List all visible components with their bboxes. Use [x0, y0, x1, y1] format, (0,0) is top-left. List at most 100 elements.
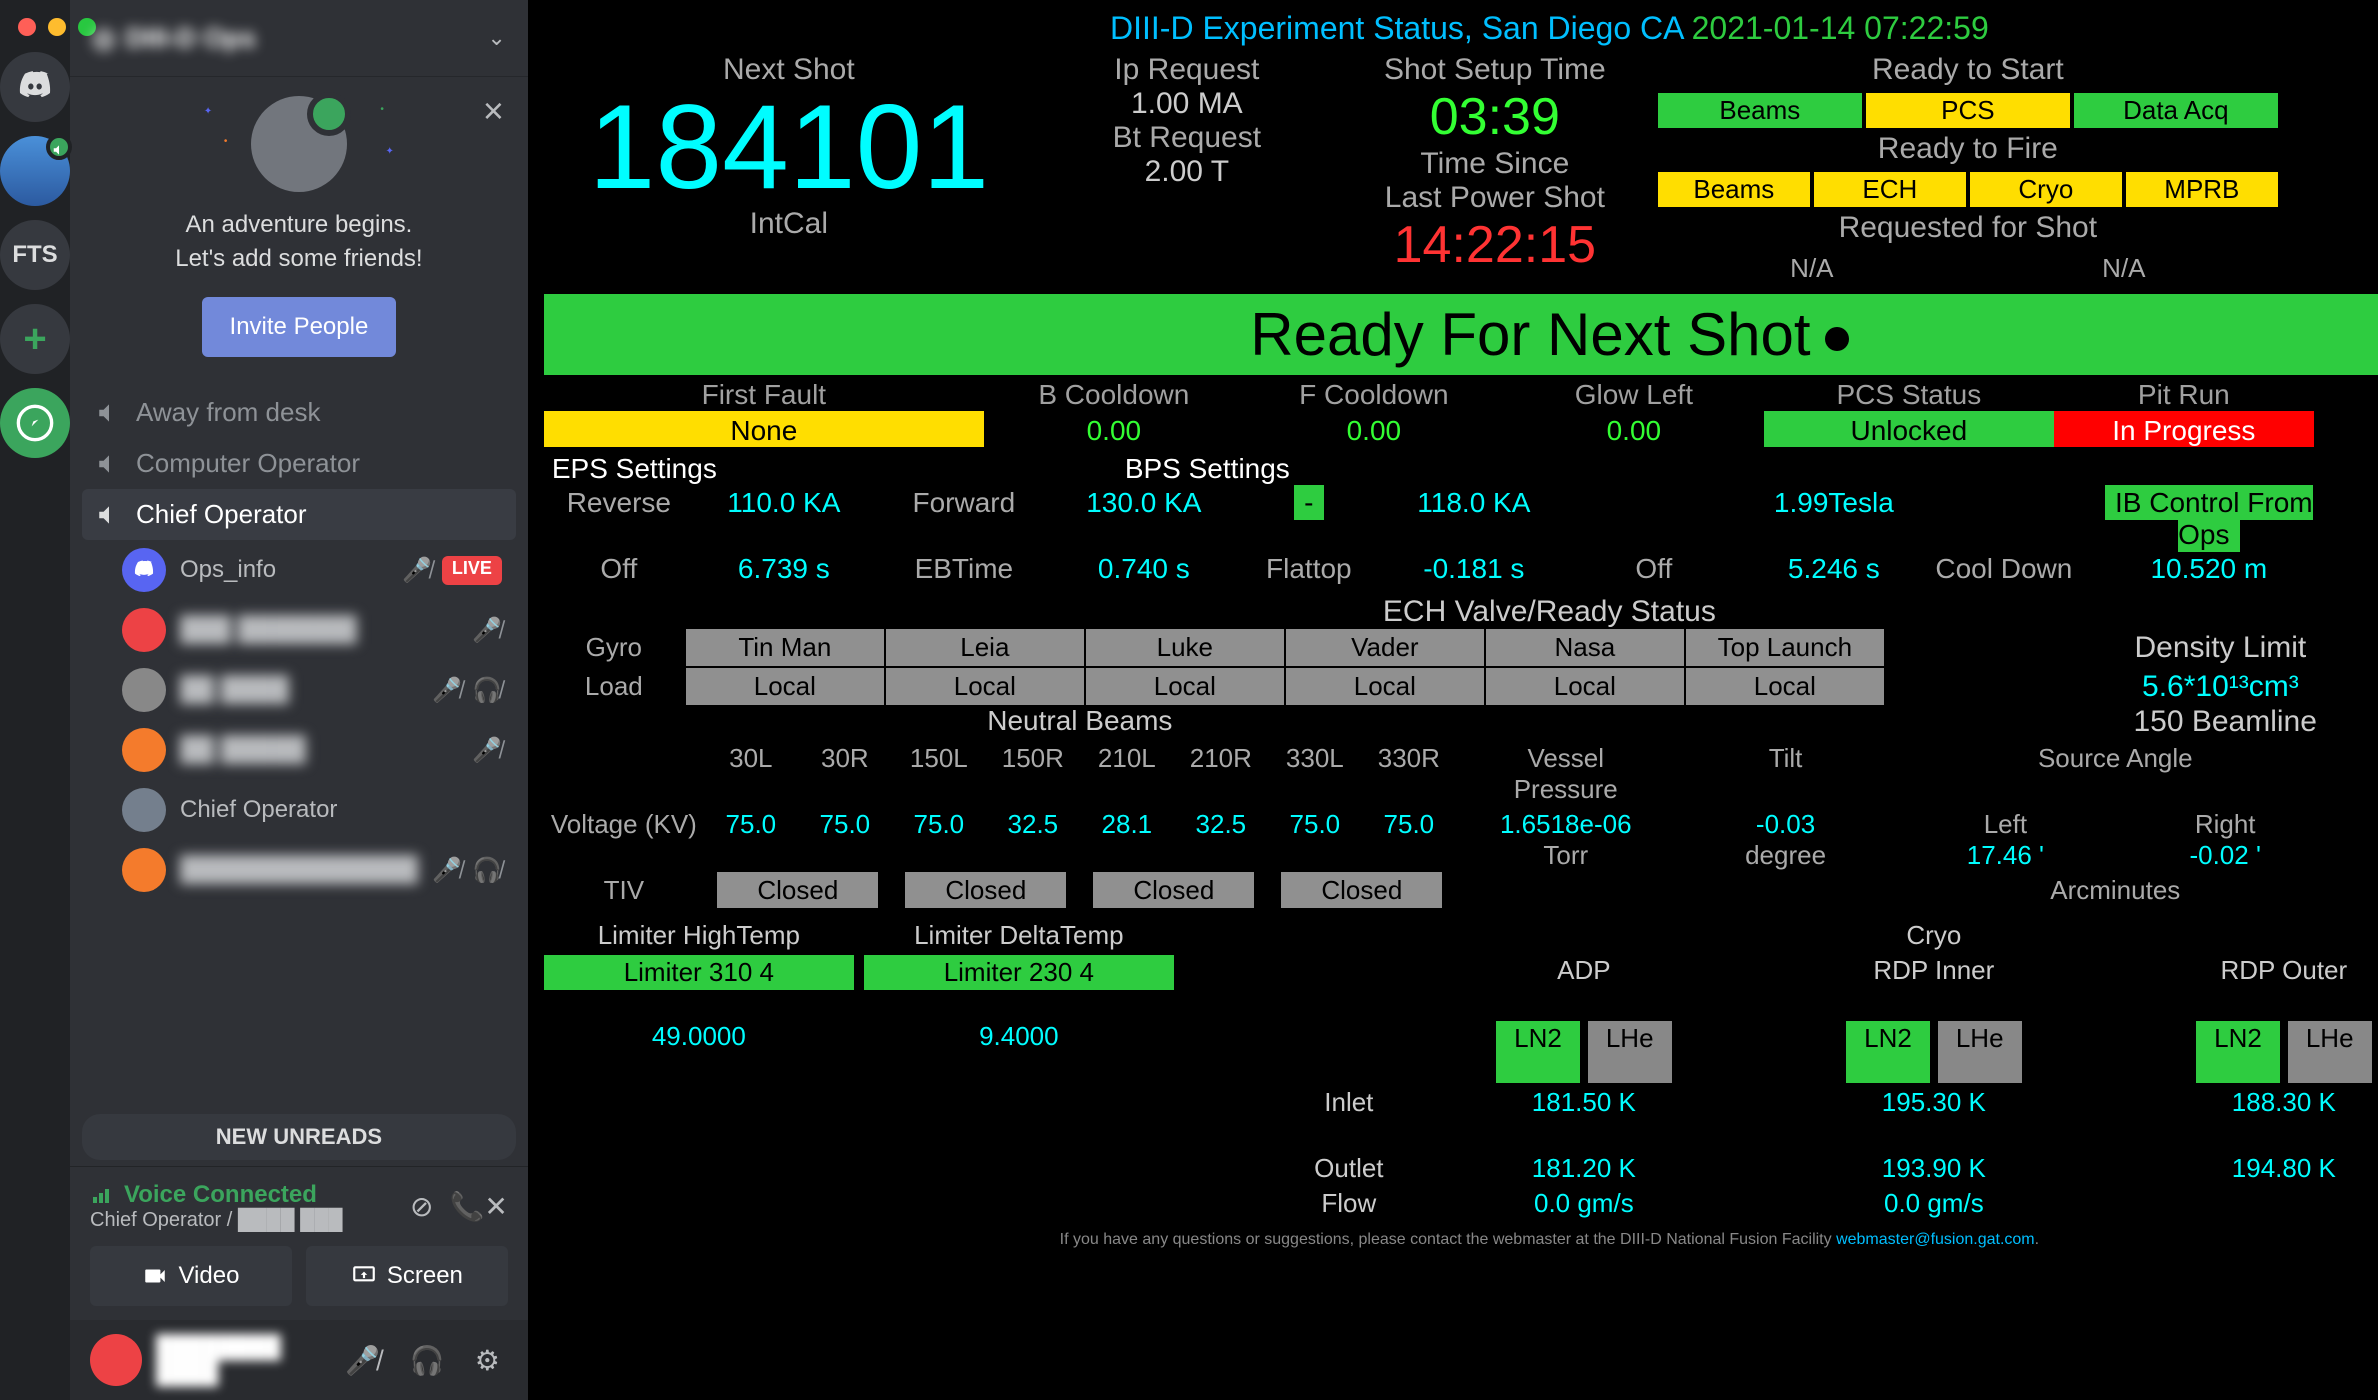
channel-label: Chief Operator: [136, 499, 307, 530]
cryo-col-rdpo: RDP Outer: [2114, 955, 2378, 1017]
avatar: [122, 788, 166, 832]
experiment-status-screen: DIII-D Experiment Status, San Diego CA 2…: [528, 0, 2378, 1400]
mic-muted-icon: 🎤̸: [432, 676, 462, 705]
server-item[interactable]: [0, 136, 70, 206]
setup-time-label: Shot Setup Time: [1340, 53, 1650, 87]
channel-list: Away from desk Computer Operator Chief O…: [70, 387, 528, 1108]
voltage-val: 32.5: [986, 809, 1080, 840]
voice-user[interactable]: Ops_info 🎤̸LIVE: [82, 540, 516, 600]
avatar: [122, 608, 166, 652]
signal-icon: [90, 1183, 114, 1207]
load-cell: Local: [886, 668, 1084, 705]
compass-icon: [15, 403, 55, 443]
cryo-val: 181.20 K: [1414, 1153, 1754, 1184]
discord-home[interactable]: [0, 52, 70, 122]
webmaster-link[interactable]: webmaster@fusion.gat.com: [1836, 1231, 2035, 1248]
deafened-icon: 🎧̸: [472, 856, 502, 885]
ib-control-badge: IB Control From Ops: [2105, 485, 2313, 552]
voice-user[interactable]: ██ ████ 🎤̸🎧̸: [82, 660, 516, 720]
new-unreads-pill[interactable]: NEW UNREADS: [82, 1114, 516, 1160]
cryo-pair: LN2LHe: [1764, 1021, 2104, 1083]
cryo-val: 195.30 K: [1764, 1087, 2104, 1149]
minimize-window[interactable]: [48, 18, 66, 36]
username: ███ ███████: [180, 616, 357, 644]
cryo-col-rdpi: RDP Inner: [1764, 955, 2104, 1017]
settings-button[interactable]: ⚙: [467, 1344, 508, 1377]
voice-channel-computer-op[interactable]: Computer Operator: [82, 438, 516, 489]
load-cell: Local: [1286, 668, 1484, 705]
pcs-status-value: Unlocked: [1764, 411, 2054, 447]
avatar: [122, 728, 166, 772]
ip-request-value: 1.00 MA: [1042, 87, 1332, 121]
cryo-pair: LN2LHe: [2114, 1021, 2378, 1083]
since-time-value: 14:22:15: [1340, 215, 1650, 275]
invite-people-button[interactable]: Invite People: [202, 297, 397, 357]
discord-channel-panel: ◎DIII-D Ops ⌄ × ✦ • • ✦ An adventure beg…: [70, 0, 528, 1400]
user-panel: ████████████ 🎤̸ 🎧 ⚙: [70, 1320, 528, 1400]
eps-title: EPS Settings: [544, 447, 717, 487]
cryo-val: 194.80 K: [2114, 1153, 2378, 1184]
tilt-value: -0.03: [1756, 809, 1815, 839]
req-na-2: N/A: [1970, 251, 2278, 286]
channel-label: Away from desk: [136, 397, 320, 428]
invite-text-1: An adventure begins.: [100, 208, 498, 242]
ebtime-value: 0.740 s: [1054, 553, 1234, 585]
flattop-label: Flattop: [1234, 553, 1384, 585]
voice-status-bar: Voice Connected Chief Operator / ████ ██…: [70, 1166, 528, 1320]
voice-channel-name: Chief Operator / ████ ███: [90, 1209, 343, 1232]
nb-col: 30R: [798, 743, 892, 774]
fire-cryo: Cryo: [1970, 172, 2122, 207]
voice-user[interactable]: ██████████████ 🎤̸🎧̸: [82, 840, 516, 900]
start-dataacq: Data Acq: [2074, 93, 2278, 128]
add-server-button[interactable]: +: [0, 304, 70, 374]
sa-right-value: -0.02 ': [2115, 840, 2335, 871]
next-shot-number: 184101: [544, 87, 1034, 207]
screen-share-button[interactable]: Screen: [306, 1246, 508, 1306]
load-cell: Local: [1686, 668, 1884, 705]
gyro-cell: Leia: [886, 629, 1084, 666]
cryo-col-adp: ADP: [1414, 955, 1754, 1017]
b-cooldown-value: 0.00: [984, 411, 1244, 447]
cryo-pair: LN2LHe: [1414, 1021, 1754, 1083]
nb-col: 150L: [892, 743, 986, 774]
bps-dash: -: [1294, 485, 1323, 520]
spinner-icon: [1825, 327, 1849, 351]
arcmin-label: Arcminutes: [1895, 875, 2335, 906]
self-avatar[interactable]: [90, 1334, 142, 1386]
eps-forward-value: 130.0 KA: [1054, 487, 1234, 551]
nb-title: Neutral Beams: [704, 705, 1456, 737]
mute-button[interactable]: 🎤̸: [337, 1344, 388, 1377]
bps-title: BPS Settings: [1117, 447, 1290, 487]
cryo-val: 188.30 K: [2114, 1087, 2378, 1149]
voice-user[interactable]: ███ ███████ 🎤̸: [82, 600, 516, 660]
noise-suppress-icon[interactable]: ⊘: [410, 1190, 433, 1223]
fire-beams: Beams: [1658, 172, 1810, 207]
username: Chief Operator: [180, 796, 337, 824]
eps-reverse-value: 110.0 KA: [694, 487, 874, 551]
voltage-val: 75.0: [1268, 809, 1362, 840]
server-fts[interactable]: FTS: [0, 220, 70, 290]
off2-label: Off: [1564, 553, 1744, 585]
deafened-icon: 🎧̸: [472, 676, 502, 705]
close-icon[interactable]: ×: [483, 90, 504, 132]
voice-channel-chief-op[interactable]: Chief Operator: [82, 489, 516, 540]
eps-off1-label: Off: [544, 553, 694, 585]
gyro-cell: Nasa: [1486, 629, 1684, 666]
nb-col: 330L: [1268, 743, 1362, 774]
voltage-val: 75.0: [892, 809, 986, 840]
voice-user[interactable]: Chief Operator: [82, 780, 516, 840]
close-window[interactable]: [18, 18, 36, 36]
limiter-dt-id: Limiter 230 4: [864, 955, 1174, 990]
since-label-2: Last Power Shot: [1340, 181, 1650, 215]
video-button[interactable]: Video: [90, 1246, 292, 1306]
start-beams: Beams: [1658, 93, 1862, 128]
ech-grid: Gyro Tin Man Leia Luke Vader Nasa Top La…: [544, 629, 2378, 705]
deafen-button[interactable]: 🎧: [402, 1344, 453, 1377]
voice-user[interactable]: ██ █████ 🎤̸: [82, 720, 516, 780]
server-header[interactable]: ◎DIII-D Ops ⌄: [70, 0, 528, 76]
voice-channel-away[interactable]: Away from desk: [82, 387, 516, 438]
eps-grid: Reverse 110.0 KA Forward 130.0 KA - 118.…: [544, 487, 2378, 585]
explore-button[interactable]: [0, 388, 70, 458]
footer: If you have any questions or suggestions…: [544, 1231, 2378, 1249]
disconnect-icon[interactable]: 📞✕: [450, 1190, 508, 1223]
